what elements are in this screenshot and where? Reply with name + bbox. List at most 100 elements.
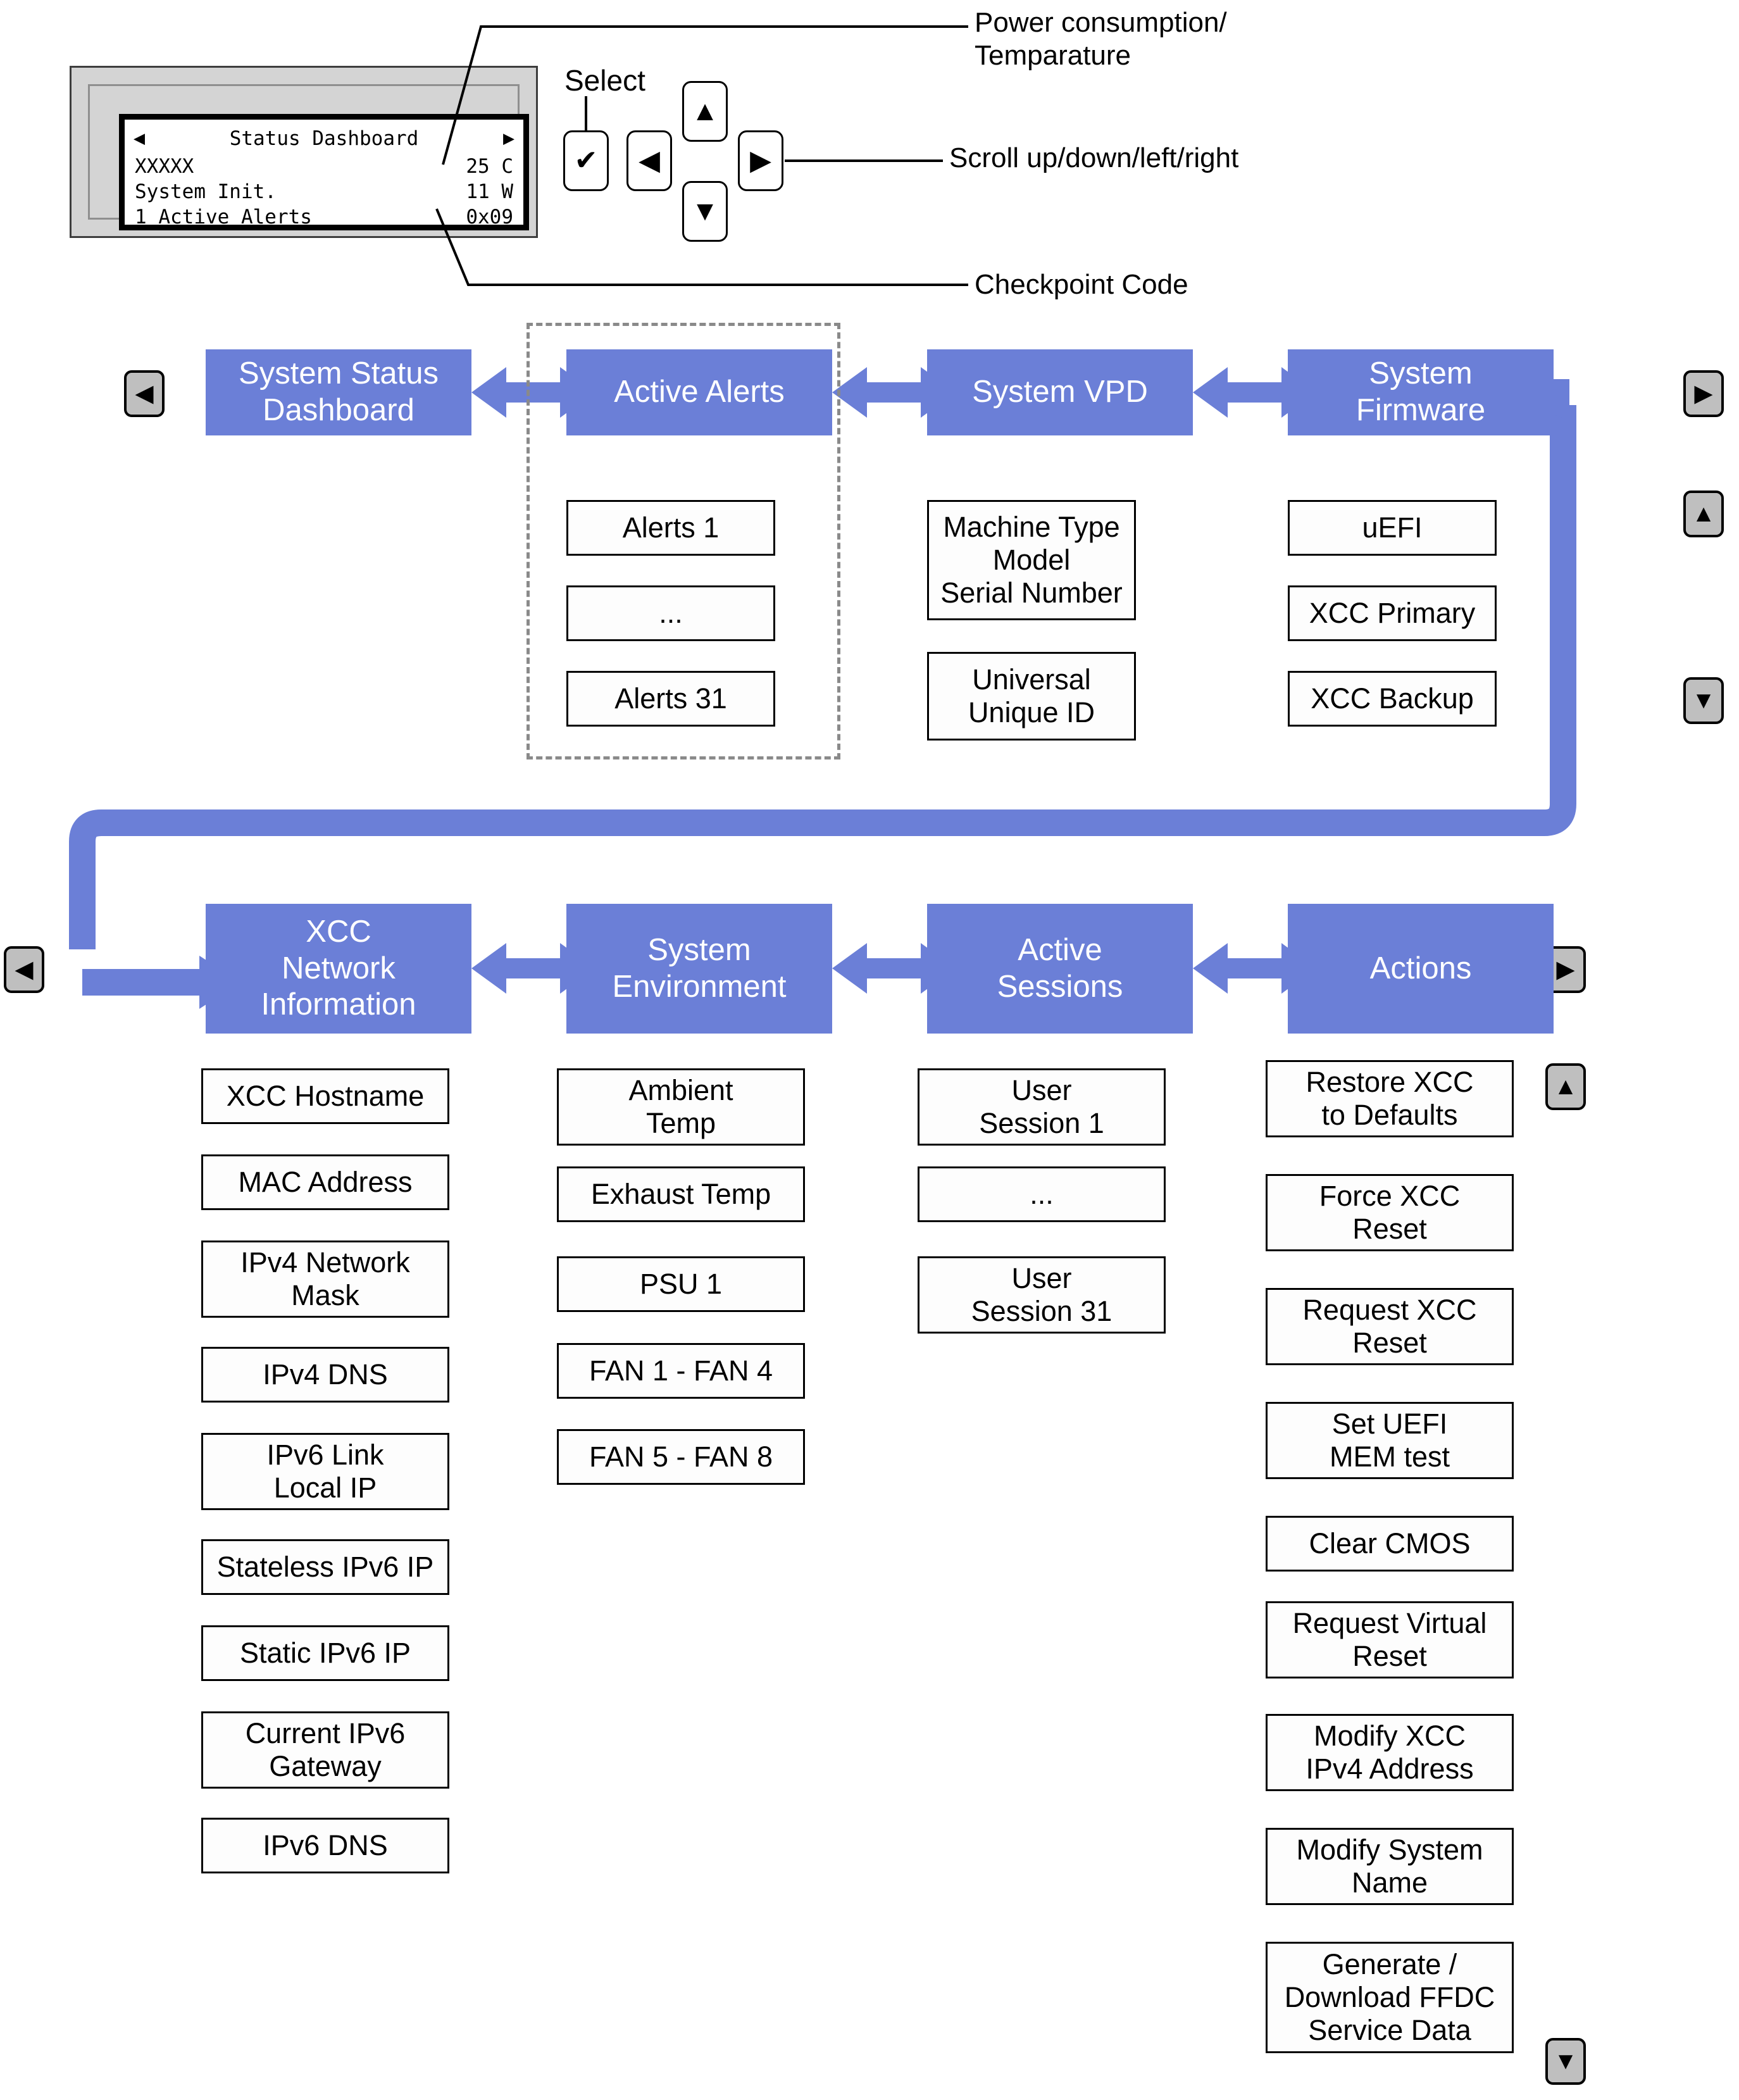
menu-item-universal-unique-id[interactable]: Universal Unique ID bbox=[927, 652, 1136, 741]
item-line-3: Serial Number bbox=[940, 577, 1123, 609]
item-line-2: Model bbox=[992, 543, 1071, 576]
menu-item-alerts-1[interactable]: Alerts 1 bbox=[566, 500, 775, 556]
lcd-row-3-left: 1 Active Alerts bbox=[135, 206, 312, 228]
header-line-2: Dashboard bbox=[263, 393, 414, 427]
menu-item-user-session-1[interactable]: User Session 1 bbox=[918, 1068, 1166, 1146]
nav-key-up-row1[interactable]: ▲ bbox=[1683, 491, 1724, 537]
menu-item-alerts-31[interactable]: Alerts 31 bbox=[566, 671, 775, 727]
nav-key-down-row1[interactable]: ▼ bbox=[1683, 677, 1724, 724]
header-line-1: Active bbox=[1018, 932, 1102, 967]
header-line-1: XCC bbox=[306, 914, 371, 949]
flow-header-system-firmware[interactable]: System Firmware bbox=[1288, 349, 1554, 435]
triangle-right-icon: ▶ bbox=[1556, 956, 1575, 983]
lcd-left-arrow-icon[interactable]: ◀ bbox=[134, 129, 145, 148]
flow-header-active-sessions[interactable]: Active Sessions bbox=[927, 904, 1193, 1034]
menu-item-clear-cmos[interactable]: Clear CMOS bbox=[1266, 1516, 1514, 1572]
callout-select-label: Select bbox=[564, 64, 645, 97]
triangle-down-icon: ▼ bbox=[691, 196, 719, 227]
flow-header-active-alerts[interactable]: Active Alerts bbox=[566, 349, 832, 435]
flow-header-system-environment[interactable]: System Environment bbox=[566, 904, 832, 1034]
menu-item-xcc-primary[interactable]: XCC Primary bbox=[1288, 585, 1497, 641]
menu-item-force-xcc-reset[interactable]: Force XCC Reset bbox=[1266, 1174, 1514, 1251]
menu-item-xcc-hostname[interactable]: XCC Hostname bbox=[201, 1068, 449, 1124]
menu-item-ipv6-dns[interactable]: IPv6 DNS bbox=[201, 1818, 449, 1873]
flow-header-actions[interactable]: Actions bbox=[1288, 904, 1554, 1034]
callout-power-temp-line1: Power consumption/ bbox=[975, 7, 1227, 38]
menu-item-fan-1-fan-4[interactable]: FAN 1 - FAN 4 bbox=[557, 1343, 805, 1399]
menu-item-generate-download-ffdc-service-data[interactable]: Generate / Download FFDC Service Data bbox=[1266, 1942, 1514, 2053]
lcd-right-arrow-icon[interactable]: ▶ bbox=[503, 129, 514, 148]
menu-item-modify-xcc-ipv4-address[interactable]: Modify XCC IPv4 Address bbox=[1266, 1714, 1514, 1791]
menu-item-psu-1[interactable]: PSU 1 bbox=[557, 1256, 805, 1312]
item-line-1: Current IPv6 bbox=[245, 1716, 406, 1749]
item-line-1: IPv6 Link bbox=[266, 1438, 384, 1471]
item-line-2: IPv4 Address bbox=[1306, 1753, 1474, 1785]
lcd-row-1: XXXXX 25 C bbox=[135, 155, 513, 178]
triangle-up-icon: ▲ bbox=[1554, 1073, 1578, 1100]
flow-header-system-vpd[interactable]: System VPD bbox=[927, 349, 1193, 435]
item-line-2: Reset bbox=[1352, 1213, 1427, 1245]
menu-item-ipv6-link-local-ip[interactable]: IPv6 Link Local IP bbox=[201, 1433, 449, 1510]
scroll-up-button[interactable]: ▲ bbox=[682, 81, 728, 142]
triangle-up-icon: ▲ bbox=[691, 96, 719, 127]
item-line-1: User bbox=[1011, 1073, 1072, 1106]
item-line-2: Unique ID bbox=[968, 696, 1095, 728]
triangle-right-icon: ▶ bbox=[1694, 380, 1713, 407]
item-line-2: Session 31 bbox=[971, 1295, 1113, 1327]
menu-item-request-virtual-reset[interactable]: Request Virtual Reset bbox=[1266, 1601, 1514, 1678]
menu-item-mac-address[interactable]: MAC Address bbox=[201, 1154, 449, 1210]
lcd-row-2-left: System Init. bbox=[135, 180, 277, 203]
header-line-1: Active Alerts bbox=[614, 375, 785, 409]
callout-checkpoint-label: Checkpoint Code bbox=[975, 269, 1188, 300]
menu-item-machine-type-model-serial[interactable]: Machine Type Model Serial Number bbox=[927, 500, 1136, 620]
menu-item-xcc-backup[interactable]: XCC Backup bbox=[1288, 671, 1497, 727]
callout-scroll-label: Scroll up/down/left/right bbox=[949, 142, 1239, 173]
triangle-left-icon: ◀ bbox=[135, 380, 154, 407]
menu-item-exhaust-temp[interactable]: Exhaust Temp bbox=[557, 1166, 805, 1222]
header-line-1: System VPD bbox=[972, 375, 1148, 409]
lcd-row-1-left: XXXXX bbox=[135, 155, 194, 178]
lcd-row-3: 1 Active Alerts 0x09 bbox=[135, 206, 513, 228]
menu-item-ipv4-dns[interactable]: IPv4 DNS bbox=[201, 1347, 449, 1403]
menu-item-set-uefi-mem-test[interactable]: Set UEFI MEM test bbox=[1266, 1402, 1514, 1479]
item-line-1: IPv4 Network bbox=[240, 1246, 410, 1278]
menu-item-stateless-ipv6-ip[interactable]: Stateless IPv6 IP bbox=[201, 1539, 449, 1595]
menu-item-alerts-ellipsis[interactable]: ... bbox=[566, 585, 775, 641]
menu-item-ambient-temp[interactable]: Ambient Temp bbox=[557, 1068, 805, 1146]
menu-item-restore-xcc-to-defaults[interactable]: Restore XCC to Defaults bbox=[1266, 1060, 1514, 1137]
item-line-1: Force XCC bbox=[1319, 1179, 1461, 1212]
menu-item-uefi[interactable]: uEFI bbox=[1288, 500, 1497, 556]
lcd-row-2-right: 11 W bbox=[466, 180, 513, 203]
select-button[interactable]: ✔ bbox=[563, 130, 609, 191]
flow-header-xcc-network-information[interactable]: XCC Network Information bbox=[206, 904, 471, 1034]
nav-key-right-row1[interactable]: ▶ bbox=[1683, 370, 1724, 417]
header-line-1: Actions bbox=[1369, 951, 1472, 985]
item-line-2: Local IP bbox=[273, 1472, 377, 1504]
menu-item-user-session-ellipsis[interactable]: ... bbox=[918, 1166, 1166, 1222]
nav-key-down-row2[interactable]: ▼ bbox=[1545, 2038, 1586, 2085]
menu-item-ipv4-network-mask[interactable]: IPv4 Network Mask bbox=[201, 1241, 449, 1318]
menu-item-static-ipv6-ip[interactable]: Static IPv6 IP bbox=[201, 1625, 449, 1681]
scroll-left-button[interactable]: ◀ bbox=[626, 130, 672, 191]
lcd-front-panel: ◀ Status Dashboard ▶ XXXXX 25 C System I… bbox=[70, 66, 538, 238]
menu-item-current-ipv6-gateway[interactable]: Current IPv6 Gateway bbox=[201, 1711, 449, 1789]
item-line-2: to Defaults bbox=[1321, 1099, 1458, 1131]
header-line-2: Sessions bbox=[997, 969, 1123, 1004]
triangle-up-icon: ▲ bbox=[1692, 501, 1716, 527]
triangle-down-icon: ▼ bbox=[1692, 687, 1716, 714]
lcd-row-1-right: 25 C bbox=[466, 155, 513, 178]
menu-item-user-session-31[interactable]: User Session 31 bbox=[918, 1256, 1166, 1334]
menu-item-modify-system-name[interactable]: Modify System Name bbox=[1266, 1828, 1514, 1905]
nav-key-left-row1[interactable]: ◀ bbox=[124, 370, 165, 417]
header-line-1: System Status bbox=[239, 356, 439, 391]
item-line-2: Mask bbox=[291, 1279, 359, 1311]
menu-item-request-xcc-reset[interactable]: Request XCC Reset bbox=[1266, 1288, 1514, 1365]
scroll-down-button[interactable]: ▼ bbox=[682, 181, 728, 242]
menu-item-fan-5-fan-8[interactable]: FAN 5 - FAN 8 bbox=[557, 1429, 805, 1485]
nav-key-up-row2[interactable]: ▲ bbox=[1545, 1063, 1586, 1110]
flow-header-system-status-dashboard[interactable]: System Status Dashboard bbox=[206, 349, 471, 435]
nav-key-left-row2[interactable]: ◀ bbox=[4, 946, 44, 993]
scroll-right-button[interactable]: ▶ bbox=[738, 130, 783, 191]
callout-power-temp-line2: Temparature bbox=[975, 39, 1131, 71]
triangle-right-icon: ▶ bbox=[750, 145, 771, 176]
